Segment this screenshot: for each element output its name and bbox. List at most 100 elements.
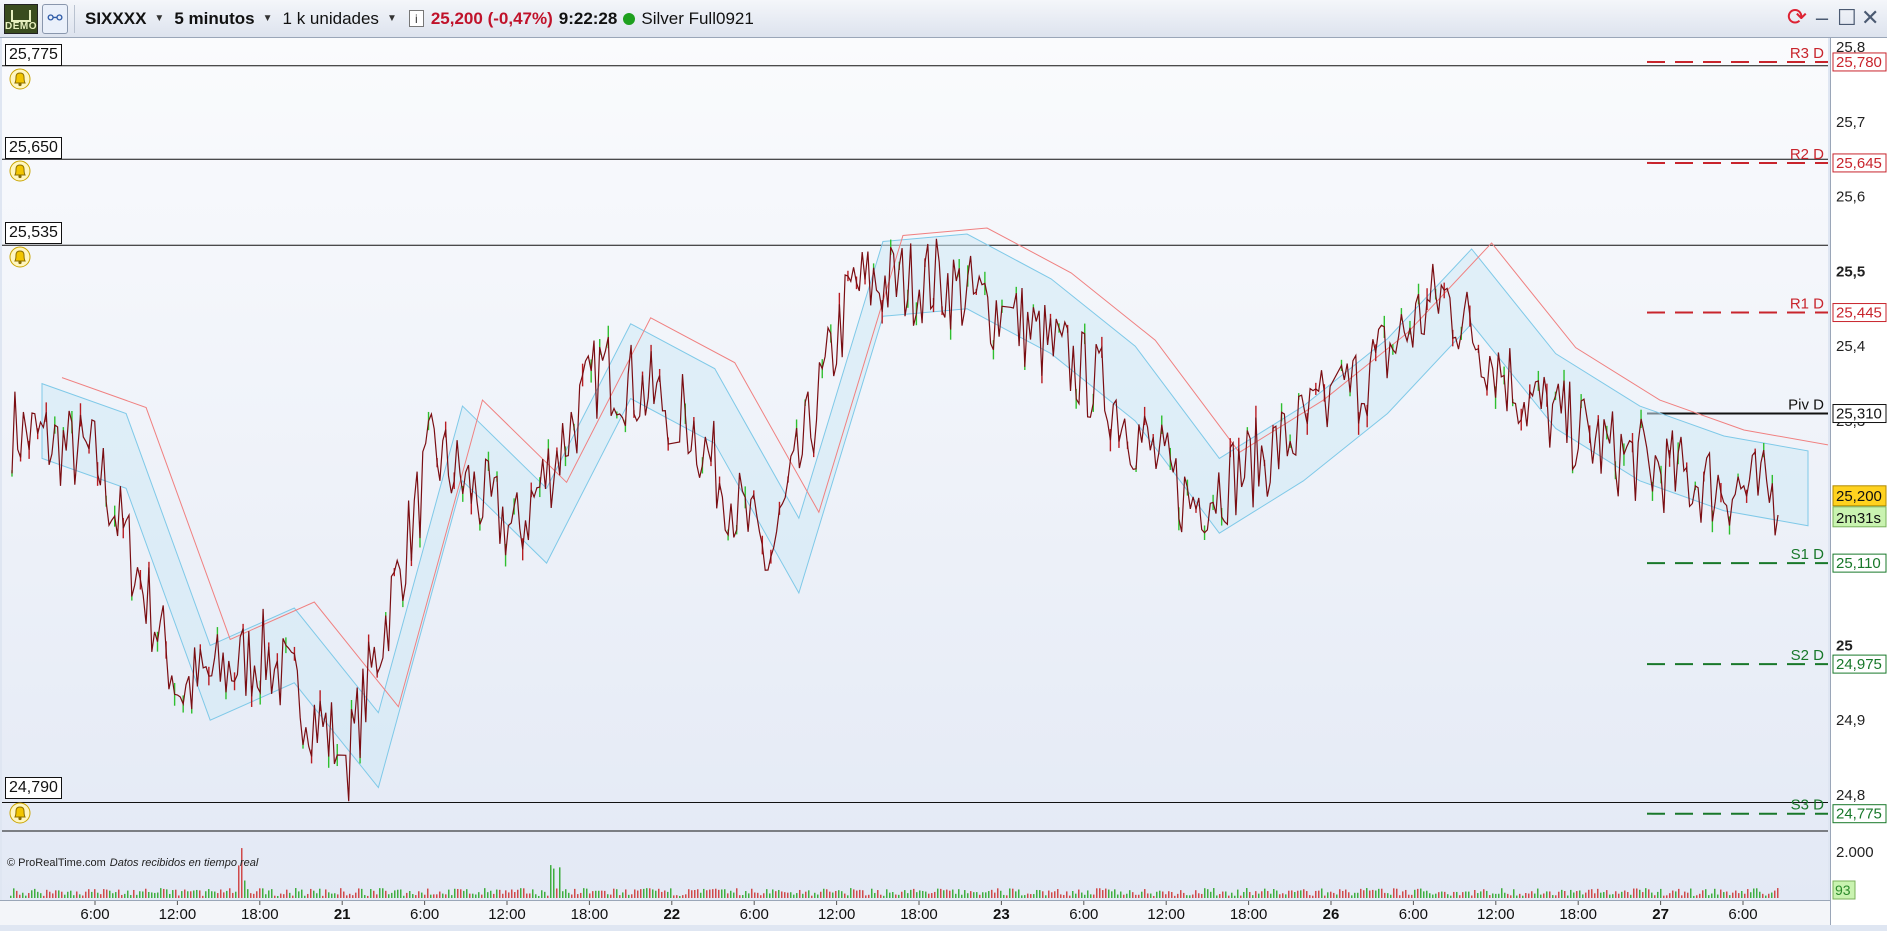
alert-level-3[interactable]: 25,535 [5,222,62,244]
volume-bar [1543,893,1545,898]
alert-level-1[interactable]: 25,775 [5,44,62,66]
volume-bar [901,891,903,898]
volume-bar [1408,894,1410,898]
volume-bar [1531,891,1533,898]
volume-bar [283,894,285,898]
minimize-button[interactable]: – [1813,4,1831,32]
volume-bar [1747,889,1749,898]
volume-bar [736,888,738,898]
volume-bar [868,894,870,898]
volume-bar [922,890,924,898]
volume-bar [1687,892,1689,898]
volume-bar [184,889,186,898]
volume-bar [289,892,291,898]
volume-bar [988,891,990,898]
volume-bar [1774,890,1776,898]
volume-bar [1726,891,1728,898]
interval-selector[interactable]: 5 minutos ▼ [170,4,278,34]
volume-bar [1078,889,1080,898]
volume-bar [1021,895,1023,898]
time-tick-label: 18:00 [241,906,279,923]
volume-bar [1222,891,1224,898]
volume-bar [136,894,138,898]
chart-plot-area[interactable]: R3 D R2 D R1 D Piv D S1 D S2 D S3 D 25,775 25,… [2,38,1828,900]
chevron-down-icon: ▼ [154,13,165,24]
volume-bar [274,895,276,898]
volume-bar [1018,889,1020,898]
volume-bar [346,895,348,898]
volume-bar [1663,895,1665,898]
volume-bar [685,894,687,898]
volume-bar [1468,891,1470,898]
volume-bar [1375,890,1377,898]
alert-level-4[interactable]: 24,790 [5,777,62,799]
volume-bar [1300,890,1302,898]
volume-bar [1249,891,1251,898]
volume-bar [340,888,342,898]
volume-bar [898,894,900,898]
volume-bar [232,892,234,898]
instrument-label: SIXXXX [85,8,147,28]
close-button[interactable]: ✕ [1861,4,1879,32]
info-icon[interactable]: i [408,10,424,27]
volume-bar [1444,891,1446,898]
pivot-value-label: 25,310 [1836,406,1882,423]
volume-bar [742,895,744,898]
volume-bar [94,889,96,898]
volume-bar [157,892,159,898]
link-icon[interactable]: ⚯ [42,3,68,34]
volume-bar [1054,891,1056,898]
volume-bar [1378,888,1380,898]
bell-icon[interactable] [9,160,31,182]
volume-bar [916,892,918,898]
volume-bar [661,891,663,898]
volume-bar [1582,894,1584,898]
price-tick-label: 25,7 [1836,114,1865,131]
maximize-button[interactable]: ☐ [1837,4,1857,32]
bell-icon[interactable] [9,246,31,268]
volume-bar [1777,888,1779,898]
bell-icon[interactable] [9,802,31,824]
volume-bar [1228,895,1230,898]
volume-bar [517,889,519,898]
volume-bar [1162,891,1164,898]
bell-icon[interactable] [9,68,31,90]
volume-bar [1435,893,1437,898]
time-tick-label: 18:00 [1559,906,1597,923]
units-label: 1 k unidades [282,8,379,28]
volume-bar [946,889,948,898]
volume-bar [424,894,426,898]
time-tick-label: 6:00 [1728,906,1757,923]
sync-icon[interactable]: ⟳ [1787,4,1807,32]
volume-bar [1342,890,1344,898]
volume-bar [1084,894,1086,898]
volume-bar [1132,892,1134,898]
volume-bar [133,889,135,898]
volume-bar [793,894,795,898]
volume-bar [145,888,147,898]
volume-bar [961,894,963,898]
volume-bar [1357,892,1359,898]
volume-bar [1225,891,1227,898]
volume-bar [1753,888,1755,898]
volume-bar [1414,889,1416,898]
volume-bar [1510,895,1512,898]
units-selector[interactable]: 1 k unidades ▼ [279,4,403,34]
volume-bar [331,893,333,898]
volume-bar [499,889,501,898]
volume-bar [880,894,882,898]
alert-level-2[interactable]: 25,650 [5,137,62,159]
price-axis[interactable]: 25,825,725,625,525,425,32524,924,825,780… [1830,38,1887,925]
instrument-selector[interactable]: SIXXXX ▼ [81,4,170,34]
volume-bar [61,891,63,898]
volume-bar [1759,891,1761,898]
volume-bar [1402,891,1404,898]
demo-logo[interactable]: DEMO [4,3,38,34]
volume-bar [1516,895,1518,898]
volume-bar [1372,889,1374,898]
volume-bar [325,889,327,898]
volume-bar [328,892,330,898]
volume-bar [493,893,495,898]
volume-bar [1723,892,1725,898]
time-axis[interactable]: 6:00 12:00 18:00 21 6:00 12:00 18:00 22 6:00 12:0… [0,900,1830,925]
